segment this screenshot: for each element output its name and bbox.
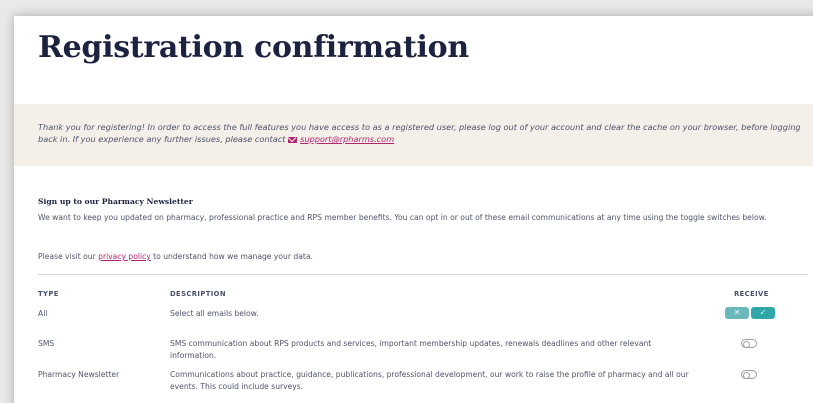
row-newsletter-type: Pharmacy Newsletter (38, 370, 120, 379)
notice-message: Thank you for registering! In order to a… (38, 122, 801, 144)
mail-icon (288, 137, 298, 143)
column-header-type: TYPE (38, 290, 59, 298)
sms-toggle-switch[interactable] (741, 339, 757, 348)
support-email: support@rpharms.com (300, 134, 395, 144)
privacy-suffix: to understand how we manage your data. (150, 252, 313, 261)
notice-text: Thank you for registering! In order to a… (38, 121, 810, 145)
table-divider (38, 274, 808, 275)
row-all-description: Select all emails below. (170, 309, 259, 318)
privacy-note: Please visit our privacy policy to under… (38, 252, 313, 261)
newsletter-heading: Sign up to our Pharmacy Newsletter (38, 197, 193, 206)
column-header-receive: RECEIVE (734, 290, 769, 298)
row-newsletter-description: Communications about practice, guidance,… (170, 370, 689, 391)
newsletter-toggle-switch[interactable] (741, 370, 757, 379)
newsletter-description: We want to keep you updated on pharmacy,… (38, 213, 767, 222)
select-all-button[interactable]: ✓ (751, 307, 775, 319)
row-sms-type: SMS (38, 339, 55, 348)
row-all-type: All (38, 309, 48, 318)
deselect-all-button[interactable]: ✕ (725, 307, 749, 319)
privacy-policy-link[interactable]: privacy policy (98, 252, 151, 261)
column-header-description: DESCRIPTION (170, 290, 226, 298)
select-all-toggle: ✕ ✓ (725, 307, 775, 319)
privacy-prefix: Please visit our (38, 252, 99, 261)
page-title: Registration confirmation (38, 30, 469, 65)
support-email-link[interactable]: support@rpharms.com (288, 134, 394, 144)
registration-notice: Thank you for registering! In order to a… (14, 104, 813, 166)
row-sms-description: SMS communication about RPS products and… (170, 339, 652, 360)
registration-page: Registration confirmation Thank you for … (14, 16, 813, 403)
